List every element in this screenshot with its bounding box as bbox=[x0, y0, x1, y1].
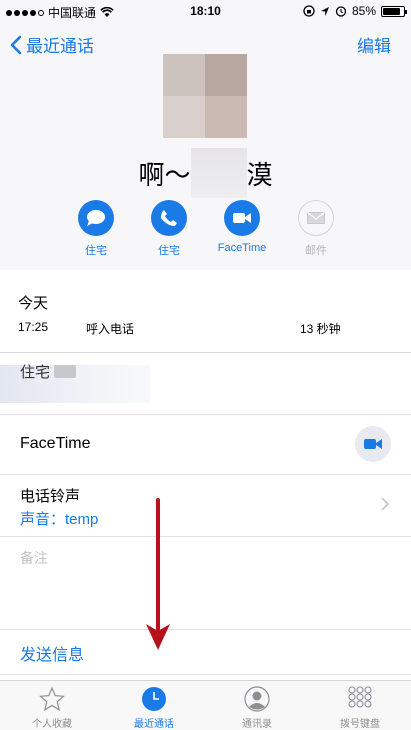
action-label: 住宅 bbox=[158, 245, 180, 257]
recent-calls-section: 今天 17:25 呼入电话 13 秒钟 bbox=[0, 270, 411, 353]
send-message-label: 发送信息 bbox=[20, 647, 85, 664]
phone-tag bbox=[54, 365, 77, 378]
tab-keypad[interactable]: 拨号键盘 bbox=[310, 685, 410, 730]
keypad-icon bbox=[348, 686, 372, 708]
send-message-row[interactable]: 发送信息 bbox=[0, 630, 411, 675]
call-time: 17:25 bbox=[18, 320, 49, 334]
rotation-lock-icon bbox=[303, 5, 315, 17]
name-redaction bbox=[190, 148, 247, 198]
call-duration: 13 秒钟 bbox=[300, 322, 341, 336]
phone-number-row[interactable]: 住宅 bbox=[0, 353, 411, 415]
ringtone-value: 声音：temp bbox=[20, 511, 99, 528]
tab-contacts[interactable]: 通讯录 bbox=[207, 685, 307, 730]
contact-name: 啊～ 漠 bbox=[0, 148, 411, 198]
video-icon bbox=[233, 213, 251, 223]
clock-icon bbox=[142, 687, 166, 711]
edit-button[interactable]: 编辑 bbox=[357, 32, 391, 57]
tab-label: 通讯录 bbox=[242, 719, 272, 730]
facetime-video-button[interactable] bbox=[355, 426, 391, 462]
tab-label: 拨号键盘 bbox=[340, 719, 380, 730]
call-action-button[interactable]: 住宅 bbox=[139, 200, 199, 258]
phone-icon bbox=[161, 210, 177, 226]
back-button[interactable]: 最近通话 bbox=[10, 32, 94, 57]
star-icon bbox=[39, 686, 65, 712]
chevron-right-icon bbox=[381, 497, 389, 511]
action-label: 住宅 bbox=[85, 245, 107, 257]
chevron-left-icon bbox=[10, 35, 22, 54]
action-label: FaceTime bbox=[217, 242, 267, 254]
tab-recents[interactable]: 最近通话 bbox=[104, 685, 204, 730]
phone-type-label: 住宅 bbox=[20, 364, 51, 381]
section-title: 今天 bbox=[18, 295, 49, 312]
alarm-icon bbox=[335, 6, 347, 17]
tab-label: 个人收藏 bbox=[32, 719, 72, 730]
tab-label: 最近通话 bbox=[134, 719, 174, 730]
message-action-button[interactable]: 住宅 bbox=[66, 200, 126, 258]
contact-name-prefix: 啊～ bbox=[138, 160, 191, 190]
back-label: 最近通话 bbox=[26, 37, 94, 56]
facetime-row: FaceTime bbox=[0, 415, 411, 475]
location-icon bbox=[320, 6, 329, 16]
contact-header: 最近通话 编辑 啊～ 漠 住宅 住宅 FaceTime 邮件 bbox=[0, 22, 411, 270]
ringtone-row[interactable]: 电话铃声 声音：temp bbox=[0, 475, 411, 537]
status-right: 85% bbox=[303, 4, 407, 18]
ringtone-label: 电话铃声 bbox=[20, 488, 81, 505]
action-label: 邮件 bbox=[305, 245, 327, 257]
avatar bbox=[163, 54, 247, 138]
mail-action-button[interactable]: 邮件 bbox=[286, 200, 346, 258]
quick-actions: 住宅 住宅 FaceTime 邮件 bbox=[0, 200, 411, 260]
tab-bar: 个人收藏 最近通话 通讯录 拨号键盘 bbox=[0, 680, 411, 730]
battery-percent: 85% bbox=[351, 4, 376, 18]
tab-favorites[interactable]: 个人收藏 bbox=[2, 685, 102, 730]
notes-placeholder: 备注 bbox=[20, 550, 48, 566]
message-icon bbox=[87, 210, 105, 226]
contacts-icon bbox=[244, 686, 270, 712]
battery-icon bbox=[381, 5, 407, 17]
facetime-label: FaceTime bbox=[20, 435, 91, 452]
notes-field[interactable]: 备注 bbox=[0, 537, 411, 630]
facetime-action-button[interactable]: FaceTime bbox=[212, 200, 272, 254]
red-arrow-annotation bbox=[146, 498, 170, 650]
contact-name-suffix: 漠 bbox=[246, 160, 273, 190]
status-bar: 中国联通 18:10 85% bbox=[0, 0, 411, 22]
video-icon bbox=[364, 439, 382, 449]
call-type: 呼入电话 bbox=[86, 322, 135, 336]
battery-fill bbox=[383, 7, 400, 15]
mail-icon bbox=[307, 212, 325, 224]
